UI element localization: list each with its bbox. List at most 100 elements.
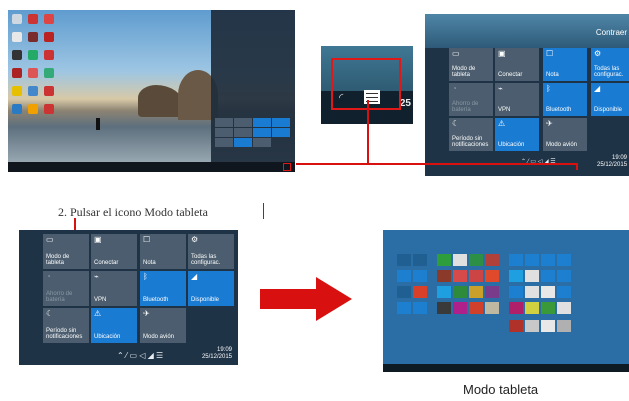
desktop-icon[interactable]: [28, 104, 38, 114]
tile-settings[interactable]: ⚙ Todas las configurac.: [188, 234, 234, 269]
quick-action-tile[interactable]: [253, 138, 271, 147]
start-tile[interactable]: [469, 286, 483, 298]
start-tile[interactable]: [557, 320, 571, 332]
desktop-icon[interactable]: [44, 86, 54, 96]
quick-action-tile[interactable]: [272, 128, 290, 137]
start-tile[interactable]: [469, 270, 483, 282]
start-tile[interactable]: [557, 302, 571, 314]
start-tile[interactable]: [397, 270, 411, 282]
start-tile[interactable]: [541, 302, 555, 314]
start-tile[interactable]: [485, 286, 499, 298]
start-tile[interactable]: [437, 270, 451, 282]
tile-airplane-mode[interactable]: ✈ Modo avión: [543, 118, 587, 151]
start-tile[interactable]: [541, 254, 555, 266]
start-tile[interactable]: [509, 302, 523, 314]
quick-action-tile[interactable]: [253, 118, 271, 127]
start-tile[interactable]: [397, 302, 411, 314]
desktop-icon[interactable]: [28, 50, 38, 60]
start-tile[interactable]: [485, 270, 499, 282]
tile-note[interactable]: ☐ Nota: [140, 234, 186, 269]
tile-note[interactable]: ☐ Nota: [543, 48, 587, 81]
desktop-icon[interactable]: [28, 14, 38, 24]
tile-network[interactable]: ◢ Disponible: [591, 83, 629, 116]
start-tile[interactable]: [525, 254, 539, 266]
start-tile[interactable]: [397, 286, 411, 298]
start-tile[interactable]: [413, 254, 427, 266]
start-tile[interactable]: [437, 302, 451, 314]
desktop-icon[interactable]: [28, 86, 38, 96]
start-tile[interactable]: [437, 254, 451, 266]
quick-action-tile[interactable]: [234, 128, 252, 137]
desktop-icon[interactable]: [12, 32, 22, 42]
start-tile[interactable]: [397, 254, 411, 266]
start-tile[interactable]: [509, 286, 523, 298]
desktop-icon[interactable]: [12, 104, 22, 114]
tile-tablet-mode[interactable]: ▭ Modo de tableta: [43, 234, 89, 269]
start-tile[interactable]: [525, 320, 539, 332]
desktop-icon[interactable]: [44, 14, 54, 24]
start-tile[interactable]: [541, 270, 555, 282]
tile-settings[interactable]: ⚙ Todas las configurac.: [591, 48, 629, 81]
tile-airplane-mode[interactable]: ✈ Modo avión: [140, 308, 186, 343]
start-tile[interactable]: [557, 270, 571, 282]
start-tile[interactable]: [437, 286, 451, 298]
quick-action-tile[interactable]: [215, 128, 233, 137]
start-tile[interactable]: [525, 286, 539, 298]
start-tile[interactable]: [557, 254, 571, 266]
start-tile[interactable]: [485, 302, 499, 314]
quick-action-tile[interactable]: [234, 118, 252, 127]
battery-saver-icon: ◔: [46, 272, 51, 281]
tile-vpn[interactable]: ⌁ VPN: [495, 83, 539, 116]
tile-connect[interactable]: ▣ Conectar: [495, 48, 539, 81]
tile-location[interactable]: ⚠ Ubicación: [91, 308, 137, 343]
desktop-icon[interactable]: [28, 32, 38, 42]
start-tile[interactable]: [453, 286, 467, 298]
desktop-icon[interactable]: [28, 68, 38, 78]
quick-action-tile[interactable]: [215, 138, 233, 147]
desktop-icon[interactable]: [12, 68, 22, 78]
tile-network[interactable]: ◢ Disponible: [188, 271, 234, 306]
tile-quiet-hours[interactable]: ☾ Período sin notificaciones: [449, 118, 493, 151]
start-tile[interactable]: [525, 302, 539, 314]
start-tile[interactable]: [485, 254, 499, 266]
quick-action-tile[interactable]: [253, 128, 271, 137]
start-tile[interactable]: [413, 270, 427, 282]
clock[interactable]: 19:09 25/12/2015: [192, 347, 232, 361]
tile-quiet-hours[interactable]: ☾ Período sin notificaciones: [43, 308, 89, 343]
start-tile[interactable]: [469, 254, 483, 266]
tile-bluetooth[interactable]: ᛒ Bluetooth: [543, 83, 587, 116]
desktop-icon[interactable]: [44, 104, 54, 114]
tile-tablet-mode[interactable]: ▭ Modo de tableta: [449, 48, 493, 81]
start-tile[interactable]: [541, 320, 555, 332]
desktop-icon[interactable]: [12, 86, 22, 96]
desktop-icon[interactable]: [12, 50, 22, 60]
start-tile[interactable]: [469, 302, 483, 314]
start-tile[interactable]: [541, 286, 555, 298]
start-tile[interactable]: [453, 270, 467, 282]
tile-vpn[interactable]: ⌁ VPN: [91, 271, 137, 306]
start-tile[interactable]: [413, 286, 427, 298]
quick-action-tile[interactable]: [215, 118, 233, 127]
desktop-icon[interactable]: [44, 50, 54, 60]
start-tile[interactable]: [557, 286, 571, 298]
tile-location[interactable]: ⚠ Ubicación: [495, 118, 539, 151]
clock[interactable]: 19:09 25/12/2015: [597, 155, 627, 169]
start-tile[interactable]: [509, 270, 523, 282]
tile-battery-saver[interactable]: ◔ Ahorro de batería: [43, 271, 89, 306]
start-tile[interactable]: [453, 254, 467, 266]
start-tile[interactable]: [413, 302, 427, 314]
collapse-link[interactable]: Contraer: [596, 28, 627, 37]
quick-action-tile[interactable]: [272, 118, 290, 127]
desktop-icon[interactable]: [44, 68, 54, 78]
start-tile[interactable]: [509, 320, 523, 332]
tile-connect[interactable]: ▣ Conectar: [91, 234, 137, 269]
tile-bluetooth[interactable]: ᛒ Bluetooth: [140, 271, 186, 306]
tile-battery-saver[interactable]: ◔ Ahorro de batería: [449, 83, 493, 116]
quick-action-tile[interactable]: [234, 138, 252, 147]
desktop-icon[interactable]: [12, 14, 22, 24]
start-tile[interactable]: [509, 254, 523, 266]
system-tray-icons[interactable]: ⌃ ⁄ ▭ ◁ ◢ ☰: [117, 351, 163, 360]
desktop-icon[interactable]: [44, 32, 54, 42]
start-tile[interactable]: [453, 302, 467, 314]
start-tile[interactable]: [525, 270, 539, 282]
